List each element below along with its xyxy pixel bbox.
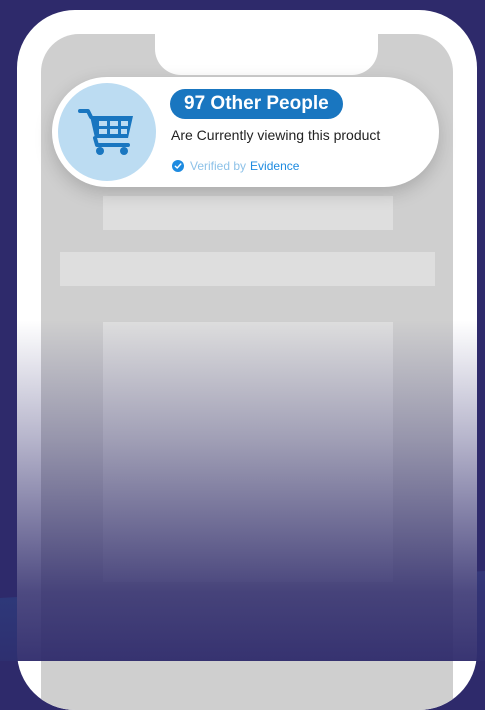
evidence-brand-link[interactable]: Evidence (250, 159, 299, 173)
phone-notch (155, 20, 378, 75)
skeleton-block (60, 252, 435, 286)
notification-subtext: Are Currently viewing this product (171, 127, 381, 143)
verified-row: Verified by Evidence (172, 159, 299, 173)
skeleton-block (103, 196, 393, 230)
shopping-cart-icon (78, 109, 133, 155)
visitor-count-headline: 97 Other People (170, 89, 343, 119)
cart-badge (58, 83, 156, 181)
verified-label: Verified by (190, 159, 247, 173)
social-proof-notification[interactable]: 97 Other People Are Currently viewing th… (52, 77, 439, 187)
check-circle-icon (172, 160, 184, 172)
skeleton-block (103, 322, 393, 582)
